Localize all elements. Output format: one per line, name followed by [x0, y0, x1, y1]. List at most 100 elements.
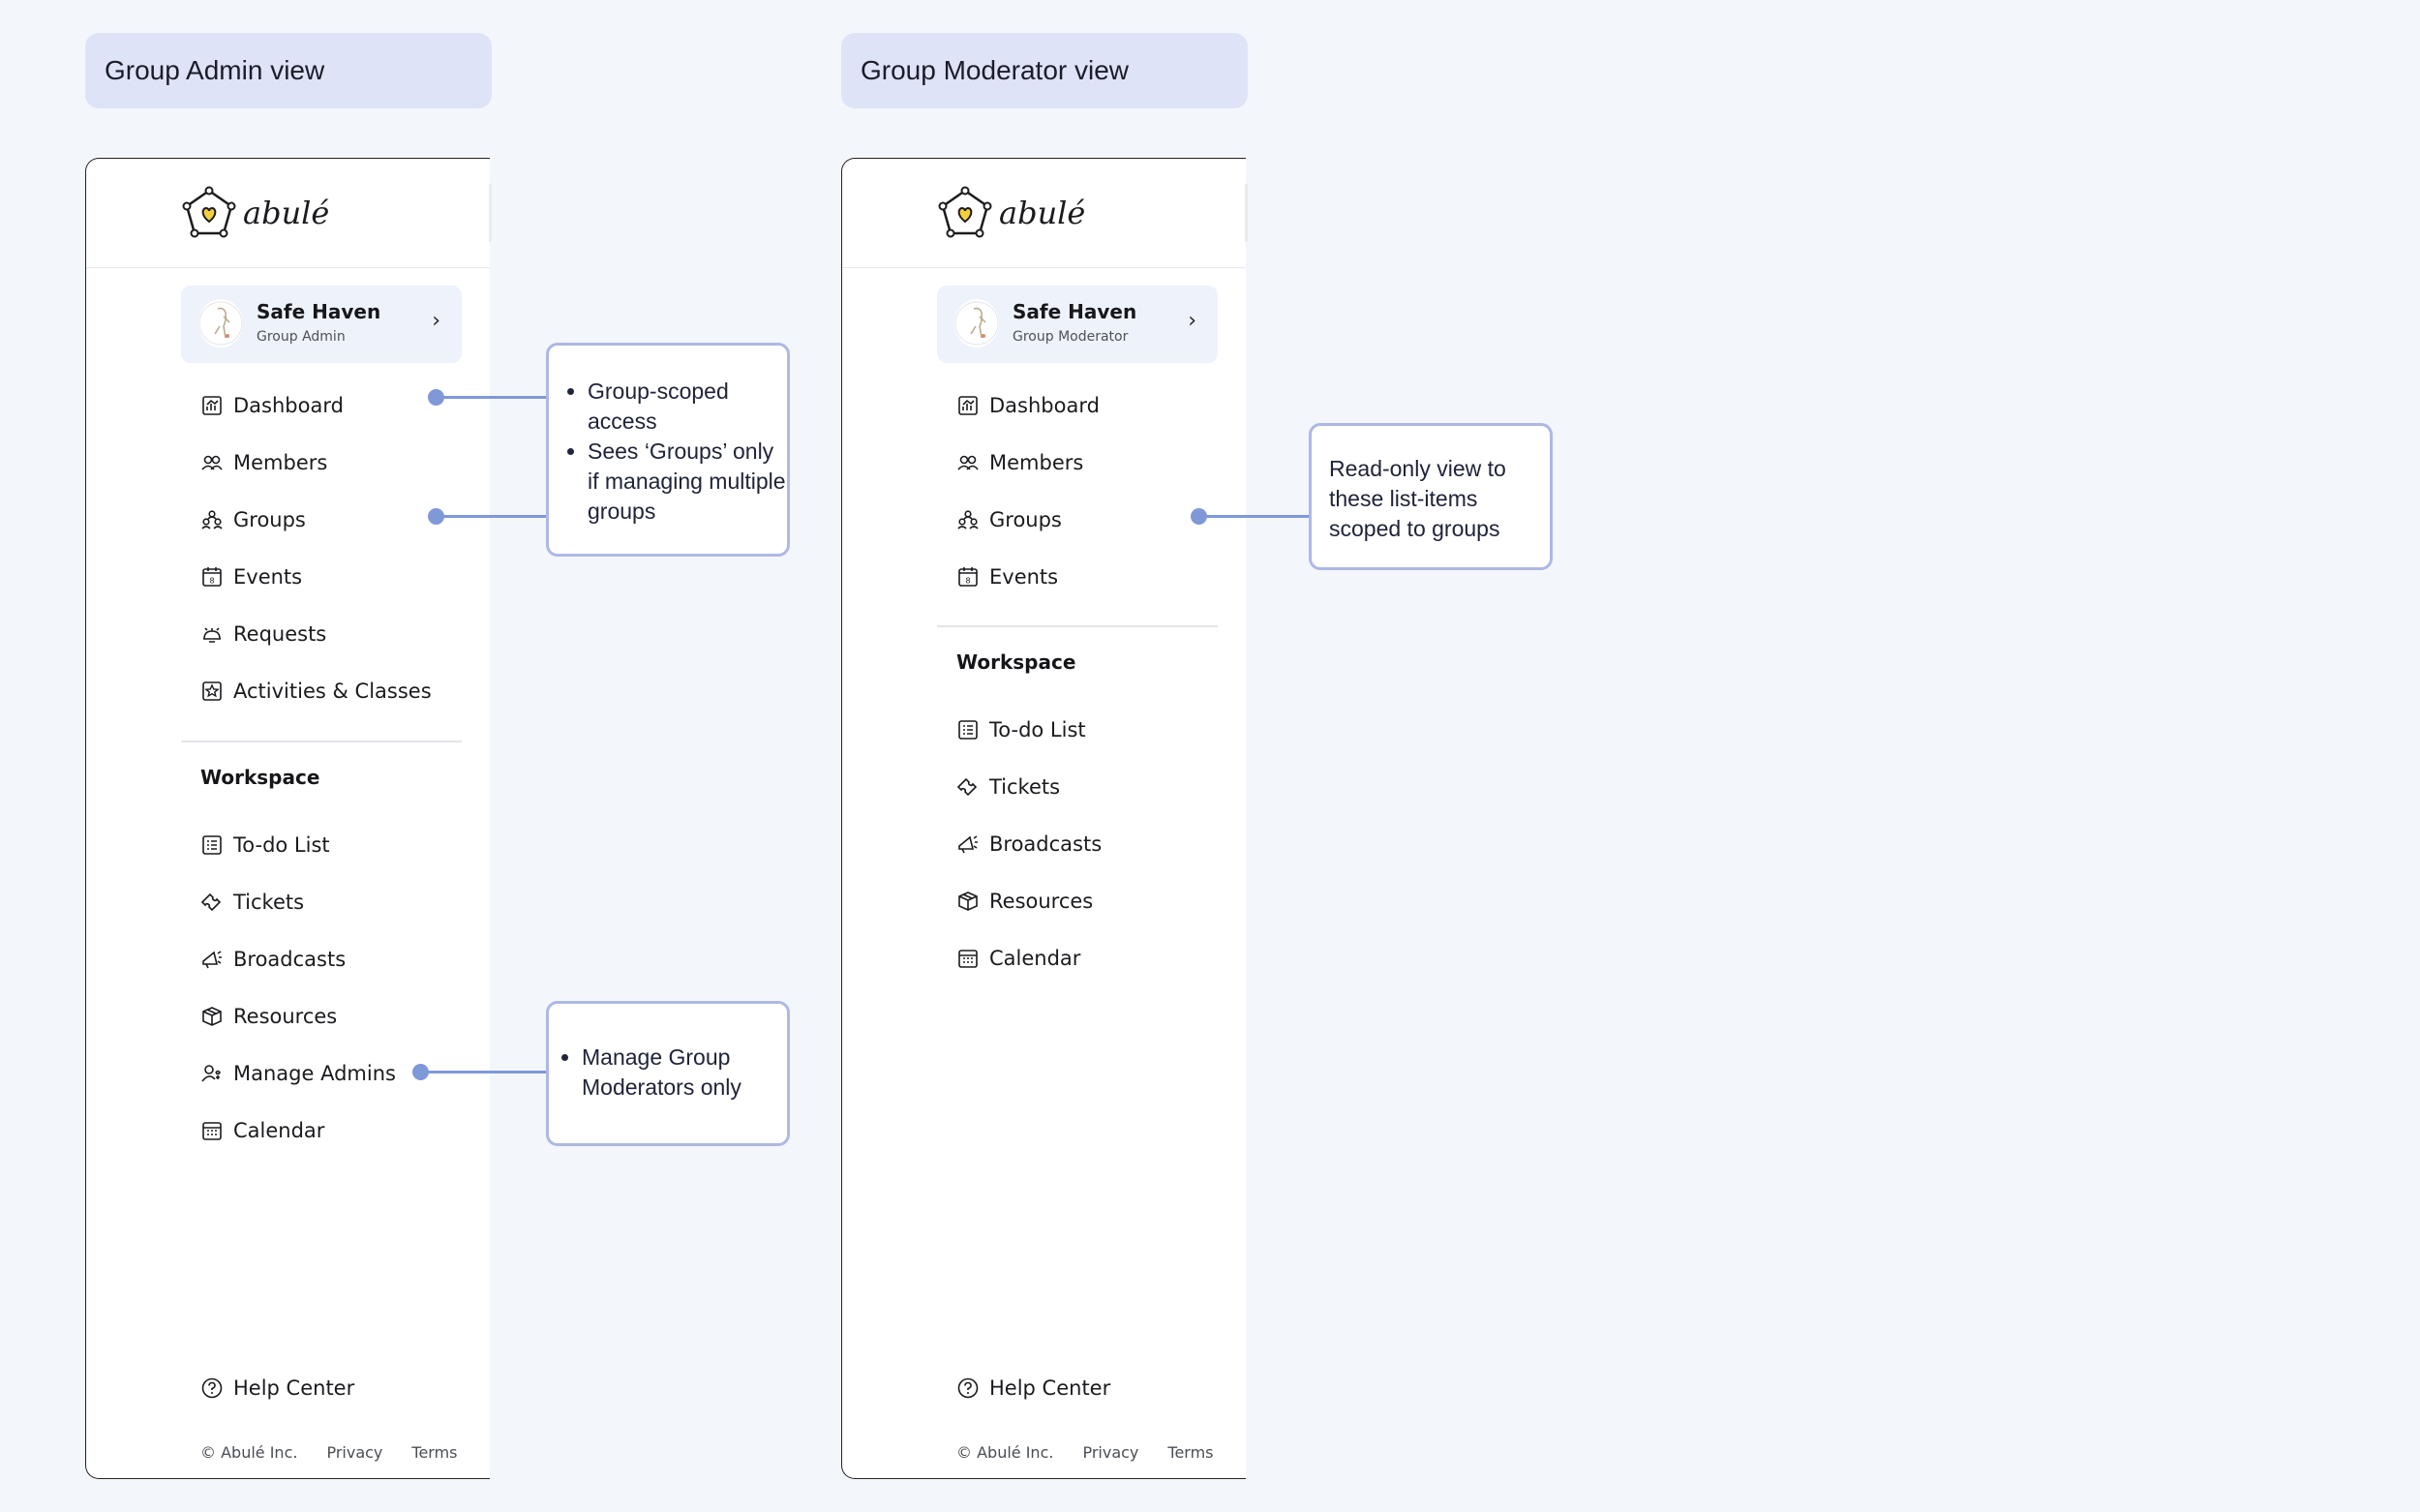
nav-item-dashboard[interactable]: Dashboard — [200, 386, 344, 425]
groups-icon — [957, 510, 979, 529]
house-heart-icon — [938, 186, 992, 238]
chevron-right-icon: › — [432, 309, 440, 333]
nav-item-activities[interactable]: Activities & Classes — [200, 672, 432, 711]
nav-divider — [937, 625, 1218, 627]
callout-group-scoped-access: Group-scoped access Sees ‘Groups’ only i… — [546, 343, 790, 557]
nav-item-help-center[interactable]: Help Center — [956, 1369, 1110, 1407]
requests-icon — [203, 627, 221, 643]
abule-logo[interactable]: abulé — [937, 184, 1085, 242]
org-role: Group Moderator — [1013, 329, 1129, 345]
nav-label: Members — [233, 451, 328, 474]
nav-label: Calendar — [233, 1119, 325, 1142]
nav-label: Help Center — [989, 1376, 1111, 1400]
admin-view-title: Group Admin view — [105, 55, 325, 85]
calendar-icon — [958, 950, 978, 968]
admin-sidebar: abulé Safe Haven Group Admin › Dashboard… — [85, 158, 492, 1479]
nav-item-help-center[interactable]: Help Center — [200, 1369, 354, 1407]
nav-item-broadcasts[interactable]: Broadcasts — [200, 940, 346, 979]
nav-item-requests[interactable]: Requests — [200, 615, 326, 653]
nav-item-tickets[interactable]: Tickets — [956, 768, 1060, 806]
org-name: Safe Haven — [257, 300, 381, 323]
dashboard-icon — [958, 396, 978, 415]
nav-item-events[interactable]: 8 Events — [956, 558, 1058, 596]
callout-bullet: Sees ‘Groups’ only if managing multiple … — [588, 437, 787, 527]
nav-item-todo[interactable]: To-do List — [956, 711, 1086, 749]
terms-link[interactable]: Terms — [1167, 1443, 1213, 1462]
megaphone-icon — [958, 835, 978, 854]
admin-view-label: Group Admin view — [85, 33, 492, 108]
nav-item-events[interactable]: 8 Events — [200, 558, 302, 596]
todo-icon — [958, 720, 978, 740]
nav-item-groups[interactable]: Groups — [956, 500, 1062, 539]
nav-label: To-do List — [989, 718, 1086, 741]
nav-item-dashboard[interactable]: Dashboard — [956, 386, 1100, 425]
ticket-icon — [956, 777, 978, 797]
org-avatar — [198, 299, 243, 348]
nav-item-calendar[interactable]: Calendar — [200, 1111, 324, 1150]
org-switcher[interactable]: Safe Haven Group Moderator › — [937, 286, 1218, 363]
nav-label: Resources — [989, 890, 1094, 913]
moderator-sidebar: abulé Safe Haven Group Moderator › Dashb… — [841, 158, 1248, 1479]
nav-label: Help Center — [233, 1376, 355, 1400]
nav-item-todo[interactable]: To-do List — [200, 826, 330, 864]
nav-item-groups[interactable]: Groups — [200, 500, 306, 539]
todo-icon — [202, 835, 222, 855]
logo-wordmark: abulé — [999, 195, 1086, 231]
help-icon — [201, 1377, 223, 1399]
nav-label: Events — [989, 565, 1059, 589]
abule-logo[interactable]: abulé — [181, 184, 329, 242]
nav-label: Events — [233, 565, 303, 589]
callout-connector — [1198, 515, 1311, 518]
groups-icon — [201, 510, 223, 529]
ticket-icon — [200, 892, 222, 912]
privacy-link[interactable]: Privacy — [326, 1443, 382, 1462]
privacy-link[interactable]: Privacy — [1082, 1443, 1138, 1462]
house-heart-icon — [182, 186, 236, 238]
terms-link[interactable]: Terms — [411, 1443, 457, 1462]
nav-label: Dashboard — [233, 394, 344, 417]
callout-text: Read-only view to these list-items scope… — [1329, 456, 1506, 541]
copyright-text: © Abulé Inc. — [956, 1443, 1054, 1462]
members-icon — [957, 455, 979, 470]
sidebar-footer: © Abulé Inc. Privacy Terms — [956, 1443, 1214, 1462]
nav-label: Dashboard — [989, 394, 1100, 417]
callout-bullet: Manage Group Moderators only — [582, 1043, 787, 1103]
nav-item-manage-admins[interactable]: Manage Admins — [200, 1054, 396, 1093]
callout-connector — [436, 396, 548, 399]
callout-connector — [436, 515, 548, 518]
moderator-view-label: Group Moderator view — [841, 33, 1248, 108]
events-icon: 8 — [958, 567, 978, 587]
events-icon: 8 — [202, 567, 222, 587]
nav-label: Groups — [989, 508, 1062, 531]
org-name: Safe Haven — [1013, 300, 1137, 323]
nav-item-members[interactable]: Members — [200, 443, 327, 482]
nav-label: Resources — [233, 1005, 338, 1028]
moderator-view-title: Group Moderator view — [861, 55, 1130, 85]
nav-item-tickets[interactable]: Tickets — [200, 883, 304, 922]
nav-item-broadcasts[interactable]: Broadcasts — [956, 825, 1102, 863]
sidebar-footer: © Abulé Inc. Privacy Terms — [200, 1443, 458, 1462]
workspace-heading: Workspace — [200, 766, 320, 789]
chevron-right-icon: › — [1188, 309, 1196, 333]
callout-connector — [420, 1071, 548, 1074]
logo-area: abulé — [842, 159, 1246, 268]
svg-text:8: 8 — [209, 577, 214, 586]
nav-label: Broadcasts — [233, 948, 347, 971]
nav-label: To-do List — [233, 833, 330, 857]
nav-item-members[interactable]: Members — [956, 443, 1083, 482]
nav-label: Tickets — [989, 775, 1061, 799]
callout-bullet: Group-scoped access — [588, 377, 787, 437]
nav-divider — [181, 741, 462, 742]
megaphone-icon — [202, 951, 222, 969]
svg-text:8: 8 — [965, 577, 970, 586]
nav-label: Calendar — [989, 947, 1081, 970]
nav-item-resources[interactable]: Resources — [200, 997, 337, 1036]
callout-manage-moderators: Manage Group Moderators only — [546, 1001, 790, 1146]
box-icon — [202, 1007, 222, 1026]
org-switcher[interactable]: Safe Haven Group Admin › — [181, 286, 462, 363]
nav-label: Tickets — [233, 891, 305, 914]
nav-label: Requests — [233, 622, 327, 646]
logo-area: abulé — [86, 159, 490, 268]
nav-item-resources[interactable]: Resources — [956, 882, 1093, 921]
nav-item-calendar[interactable]: Calendar — [956, 939, 1080, 978]
